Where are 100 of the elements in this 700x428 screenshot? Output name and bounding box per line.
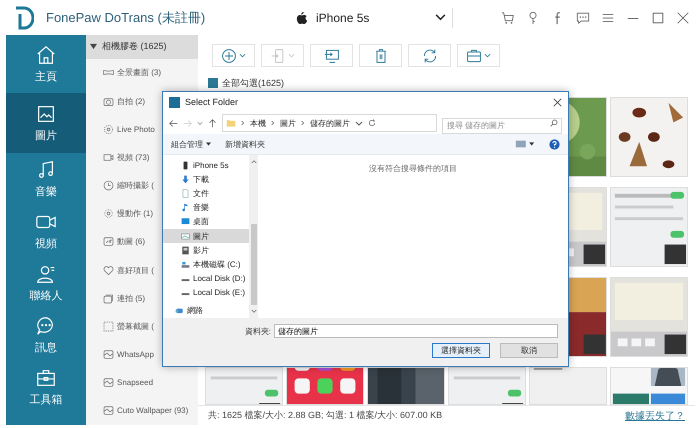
camera-icon — [103, 96, 114, 106]
view-options-icon[interactable] — [515, 139, 535, 149]
chevron-down-icon[interactable] — [435, 14, 446, 21]
nav-item[interactable]: 工具箱 — [6, 361, 86, 413]
chevron-right-icon — [271, 120, 275, 126]
new-folder-button[interactable]: 新增資料夾 — [225, 138, 265, 150]
folder-tree-item[interactable]: 桌面 — [163, 214, 249, 229]
dotted-circle-icon — [103, 208, 114, 220]
data-lost-link[interactable]: 數據丟失了？ — [625, 408, 685, 422]
caret-icon — [484, 53, 491, 58]
caret-icon — [288, 53, 295, 58]
folder-tree-item[interactable]: 文件 — [163, 186, 249, 201]
nav-item[interactable]: 圖片 — [6, 93, 86, 153]
nav-item[interactable]: 訊息 — [6, 309, 86, 361]
heart-icon — [103, 264, 114, 276]
nav-item[interactable]: 聯絡人 — [6, 257, 86, 309]
caret-icon — [355, 119, 363, 127]
briefcase-icon — [466, 48, 482, 64]
status-summary: 共: 1625 檔案/大小: 2.88 GB; 勾選: 1 檔案/大小: 607.00 KB — [208, 409, 442, 422]
album-item[interactable]: WhatsApp — [86, 340, 198, 369]
down-arrow-icon — [181, 174, 190, 184]
address-bar[interactable]: 本機 圖片 儲存的圖片 — [222, 114, 437, 132]
picture-icon — [181, 232, 190, 241]
folder-tree-item[interactable]: 音樂 — [163, 200, 249, 215]
phone-icon — [181, 160, 190, 170]
folder-name-field[interactable]: 儲存的圖片 — [274, 324, 558, 338]
caret-icon — [206, 142, 211, 146]
scroll-down-icon[interactable] — [250, 309, 256, 314]
monitor-import-icon — [324, 48, 340, 64]
album-item[interactable]: 全景畫面 (3) — [86, 58, 198, 87]
scrollbar[interactable] — [249, 155, 258, 318]
dialog-title: Select Folder — [185, 97, 240, 107]
dashed-square-icon — [103, 320, 114, 332]
folder-label: 資料夾: — [244, 326, 271, 336]
phone-import-icon — [270, 48, 286, 64]
toolbar-button[interactable] — [359, 44, 402, 67]
folder-tree-item[interactable]: 影片 — [163, 243, 249, 258]
nav-item[interactable]: 視頻 — [6, 205, 86, 257]
album-icon — [103, 377, 114, 388]
logo-icon — [14, 6, 34, 30]
select-folder-button[interactable]: 選擇資料夾 — [432, 343, 490, 358]
toolbar-button[interactable] — [408, 44, 451, 67]
scroll-up-icon[interactable] — [250, 159, 256, 164]
folder-tree-item[interactable]: 下載 — [163, 172, 249, 186]
maximize-icon[interactable] — [651, 10, 665, 24]
folder-tree-item[interactable]: Local Disk (D:) — [163, 272, 249, 286]
image-icon — [35, 103, 57, 125]
folder-tree-item[interactable]: Local Disk (E:) — [163, 286, 249, 300]
plus-circle-icon — [221, 48, 237, 64]
folder-icon — [226, 117, 236, 129]
search-field[interactable]: 搜尋 儲存的圖片 — [442, 118, 562, 134]
live-photo-icon — [103, 124, 114, 135]
close-icon[interactable] — [553, 98, 562, 106]
cancel-button[interactable]: 取消 — [500, 343, 558, 358]
album-header[interactable]: 相機膠卷 (1625) — [86, 35, 198, 59]
desktop-icon — [181, 217, 190, 226]
breadcrumb[interactable]: 本機 — [250, 118, 266, 128]
help-icon[interactable] — [549, 138, 560, 150]
app-title: FonePaw DoTrans (未註冊) — [46, 8, 206, 26]
album-icon — [103, 405, 114, 416]
folder-tree-item[interactable]: 網路 — [163, 304, 249, 318]
nav-item[interactable]: 音樂 — [6, 153, 86, 205]
folder-tree-item[interactable]: 本機磁碟 (C:) — [163, 257, 249, 272]
breadcrumb[interactable]: 圖片 — [280, 118, 296, 128]
close-icon[interactable] — [676, 10, 690, 24]
apple-icon — [296, 10, 308, 24]
person-icon — [35, 263, 57, 285]
chevron-right-icon — [301, 120, 305, 126]
folder-tree-item[interactable]: iPhone 5s — [163, 158, 249, 172]
app-logo-icon — [169, 96, 180, 108]
nav-item[interactable]: 主頁 — [6, 35, 86, 93]
album-icon — [103, 349, 114, 360]
gif-icon — [103, 236, 114, 248]
album-item[interactable]: Snapseed — [86, 368, 198, 397]
toolbar-button[interactable] — [212, 44, 255, 67]
house-icon — [35, 44, 57, 66]
system-drive-icon — [181, 260, 190, 269]
search-icon — [550, 119, 558, 127]
organize-button[interactable]: 組合管理 — [171, 138, 211, 150]
toolbar-button[interactable] — [310, 44, 353, 67]
album-item[interactable]: Cuto Wallpaper (93) — [86, 396, 198, 425]
up-arrow-icon[interactable] — [208, 118, 217, 128]
stacked-photos-icon — [103, 292, 114, 304]
caret-icon — [239, 53, 246, 58]
select-all-label: 全部勾選(1625) — [222, 76, 284, 90]
chat-icon[interactable] — [576, 10, 590, 24]
checkbox[interactable] — [208, 78, 218, 88]
document-icon — [181, 188, 190, 198]
back-arrow-icon[interactable] — [169, 118, 178, 128]
toolbar-button[interactable] — [457, 44, 500, 67]
device-name: iPhone 5s — [316, 10, 370, 24]
breadcrumb[interactable]: 儲存的圖片 — [310, 118, 350, 128]
refresh-icon — [422, 48, 438, 64]
film-icon — [181, 246, 190, 255]
caret-icon[interactable] — [197, 120, 203, 126]
chevron-right-icon — [241, 120, 245, 126]
cart-icon[interactable] — [501, 10, 515, 24]
triangle-down-icon — [90, 43, 97, 50]
clock-icon — [103, 180, 114, 192]
folder-tree-item[interactable]: 圖片 — [163, 228, 249, 244]
